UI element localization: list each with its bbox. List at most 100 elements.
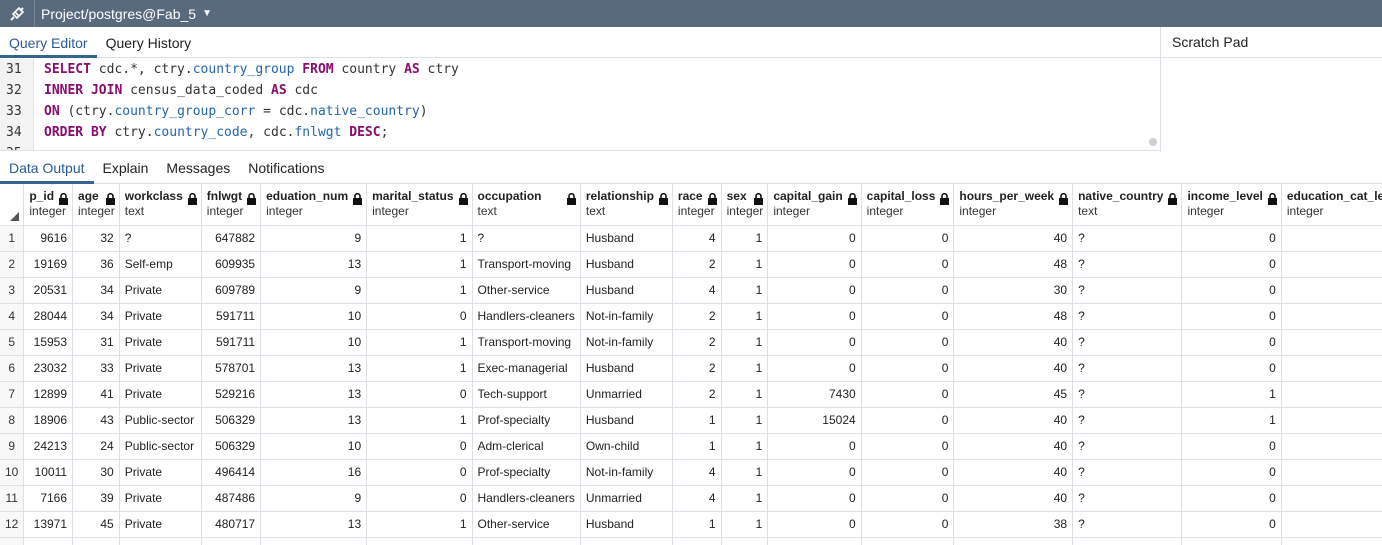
table-row[interactable]: 3 20531 34 Private 609789 9 1 Other-service Husb… (0, 277, 1382, 304)
table-row[interactable]: 9 24213 24 Public-sector 506329 10 0 Adm-cleric… (0, 433, 1382, 460)
cell-hours-per-week[interactable]: 40 (953, 537, 1074, 545)
column-header-age[interactable]: age integer (72, 184, 120, 226)
cell-p-id[interactable]: 15953 (23, 329, 74, 356)
cell-income-level[interactable]: 0 (1181, 459, 1282, 486)
cell-p-id[interactable]: 28044 (23, 303, 74, 330)
cell-p-id[interactable]: 13971 (23, 511, 74, 538)
cell-capital-gain[interactable]: 0 (767, 251, 862, 278)
code-line[interactable] (44, 143, 459, 150)
cell-race[interactable]: 1 (672, 511, 722, 538)
table-row[interactable]: 8 18906 43 Public-sector 506329 13 1 Prof-speci… (0, 407, 1382, 434)
table-row[interactable]: 5 15953 31 Private 591711 10 1 Transport-moving… (0, 329, 1382, 356)
cell-workclass[interactable]: Private (119, 485, 202, 512)
cell-eduation-num[interactable]: 16 (260, 459, 368, 486)
cell-fnlwgt[interactable]: 496414 (201, 459, 262, 486)
cell-age[interactable]: 45 (72, 511, 120, 538)
cell-sex[interactable]: 1 (721, 381, 769, 408)
connection-selector[interactable]: Project/postgres@Fab_5 ▼ (34, 0, 218, 27)
cell-education-cat-level[interactable]: 4 (1281, 355, 1382, 382)
cell-sex[interactable]: 1 (721, 303, 769, 330)
cell-education-cat-level[interactable]: 4 (1281, 381, 1382, 408)
cell-income-level[interactable]: 0 (1181, 433, 1282, 460)
row-number[interactable]: 8 (0, 407, 25, 434)
cell-relationship[interactable]: Own-child (580, 433, 673, 460)
cell-native-country[interactable]: ? (1072, 381, 1183, 408)
cell-sex[interactable]: 1 (721, 329, 769, 356)
cell-relationship[interactable]: Husband (580, 277, 673, 304)
cell-hours-per-week[interactable]: 40 (953, 329, 1074, 356)
sql-editor[interactable]: 31 32 33 34 35 SELECT cdc.*, ctry.countr… (0, 59, 1160, 151)
cell-relationship[interactable]: Not-in-family (580, 459, 673, 486)
column-header-occupation[interactable]: occupation text (472, 184, 581, 226)
cell-income-level[interactable]: 0 (1181, 329, 1282, 356)
cell-hours-per-week[interactable]: 30 (953, 277, 1074, 304)
cell-occupation[interactable]: ? (472, 225, 581, 252)
cell-marital-status[interactable]: 0 (366, 303, 473, 330)
cell-p-id[interactable]: 23032 (23, 355, 74, 382)
cell-relationship[interactable]: Unmarried (580, 485, 673, 512)
cell-hours-per-week[interactable]: 40 (953, 355, 1074, 382)
cell-native-country[interactable]: ? (1072, 225, 1183, 252)
cell-eduation-num[interactable]: 13 (260, 251, 368, 278)
cell-age[interactable]: 32 (72, 225, 120, 252)
cell-capital-gain[interactable]: 0 (767, 537, 862, 545)
column-header-capital-loss[interactable]: capital_loss integer (861, 184, 955, 226)
cell-education-cat-level[interactable]: 4 (1281, 407, 1382, 434)
cell-capital-loss[interactable]: 0 (861, 329, 955, 356)
cell-hours-per-week[interactable]: 40 (953, 225, 1074, 252)
cell-race[interactable]: 1 (672, 433, 722, 460)
cell-sex[interactable]: 1 (721, 511, 769, 538)
cell-age[interactable]: 30 (72, 459, 120, 486)
cell-p-id[interactable]: 9616 (23, 225, 74, 252)
cell-sex[interactable]: 1 (721, 277, 769, 304)
cell-native-country[interactable]: ? (1072, 459, 1183, 486)
cell-race[interactable]: 2 (672, 303, 722, 330)
cell-eduation-num[interactable]: 13 (260, 511, 368, 538)
row-number[interactable]: 5 (0, 329, 25, 356)
cell-sex[interactable]: 1 (721, 537, 769, 545)
cell-race[interactable]: 2 (672, 537, 722, 545)
cell-occupation[interactable]: Handlers-cleaners (472, 485, 581, 512)
cell-race[interactable]: 2 (672, 329, 722, 356)
cell-race[interactable]: 4 (672, 277, 722, 304)
cell-capital-gain[interactable]: 0 (767, 329, 862, 356)
cell-workclass[interactable]: ? (119, 225, 202, 252)
cell-hours-per-week[interactable]: 40 (953, 459, 1074, 486)
row-number[interactable]: 4 (0, 303, 25, 330)
cell-occupation[interactable]: Other-service (472, 277, 581, 304)
cell-race[interactable]: 1 (672, 407, 722, 434)
code-line[interactable]: ON (ctry.country_group_corr = cdc.native… (44, 101, 459, 122)
cell-marital-status[interactable]: 1 (366, 511, 473, 538)
cell-education-cat-level[interactable]: 4 (1281, 511, 1382, 538)
cell-capital-gain[interactable]: 15024 (767, 407, 862, 434)
cell-native-country[interactable]: ? (1072, 511, 1183, 538)
cell-p-id[interactable]: 10011 (23, 459, 74, 486)
column-header-education-cat-level[interactable]: education_cat_levelinteger (1281, 184, 1382, 226)
cell-native-country[interactable]: ? (1072, 251, 1183, 278)
cell-relationship[interactable]: Not-in-family (580, 329, 673, 356)
column-header-eduation-num[interactable]: eduation_num integer (260, 184, 368, 226)
cell-capital-loss[interactable]: 0 (861, 511, 955, 538)
cell-relationship[interactable]: Not-in-family (580, 537, 673, 545)
code-line[interactable]: SELECT cdc.*, ctry.country_group FROM co… (44, 59, 459, 80)
cell-race[interactable]: 2 (672, 251, 722, 278)
cell-occupation[interactable]: Transport-moving (472, 329, 581, 356)
cell-workclass[interactable]: Private (119, 459, 202, 486)
cell-age[interactable]: 34 (72, 303, 120, 330)
cell-sex[interactable]: 1 (721, 433, 769, 460)
cell-workclass[interactable]: Private (119, 329, 202, 356)
cell-native-country[interactable]: ? (1072, 277, 1183, 304)
cell-sex[interactable]: 1 (721, 485, 769, 512)
cell-sex[interactable]: 1 (721, 355, 769, 382)
sql-code[interactable]: SELECT cdc.*, ctry.country_group FROM co… (44, 59, 459, 150)
cell-native-country[interactable]: ? (1072, 329, 1183, 356)
cell-p-id[interactable]: 24213 (23, 433, 74, 460)
cell-race[interactable]: 4 (672, 485, 722, 512)
cell-education-cat-level[interactable]: 4 (1281, 251, 1382, 278)
cell-age[interactable]: 24 (72, 537, 120, 545)
cell-income-level[interactable]: 1 (1181, 407, 1282, 434)
cell-fnlwgt[interactable]: 529216 (201, 381, 262, 408)
table-row[interactable]: 12 13971 45 Private 480717 13 1 Other-service Hu… (0, 511, 1382, 538)
cell-p-id[interactable]: 12899 (23, 381, 74, 408)
cell-hours-per-week[interactable]: 38 (953, 511, 1074, 538)
